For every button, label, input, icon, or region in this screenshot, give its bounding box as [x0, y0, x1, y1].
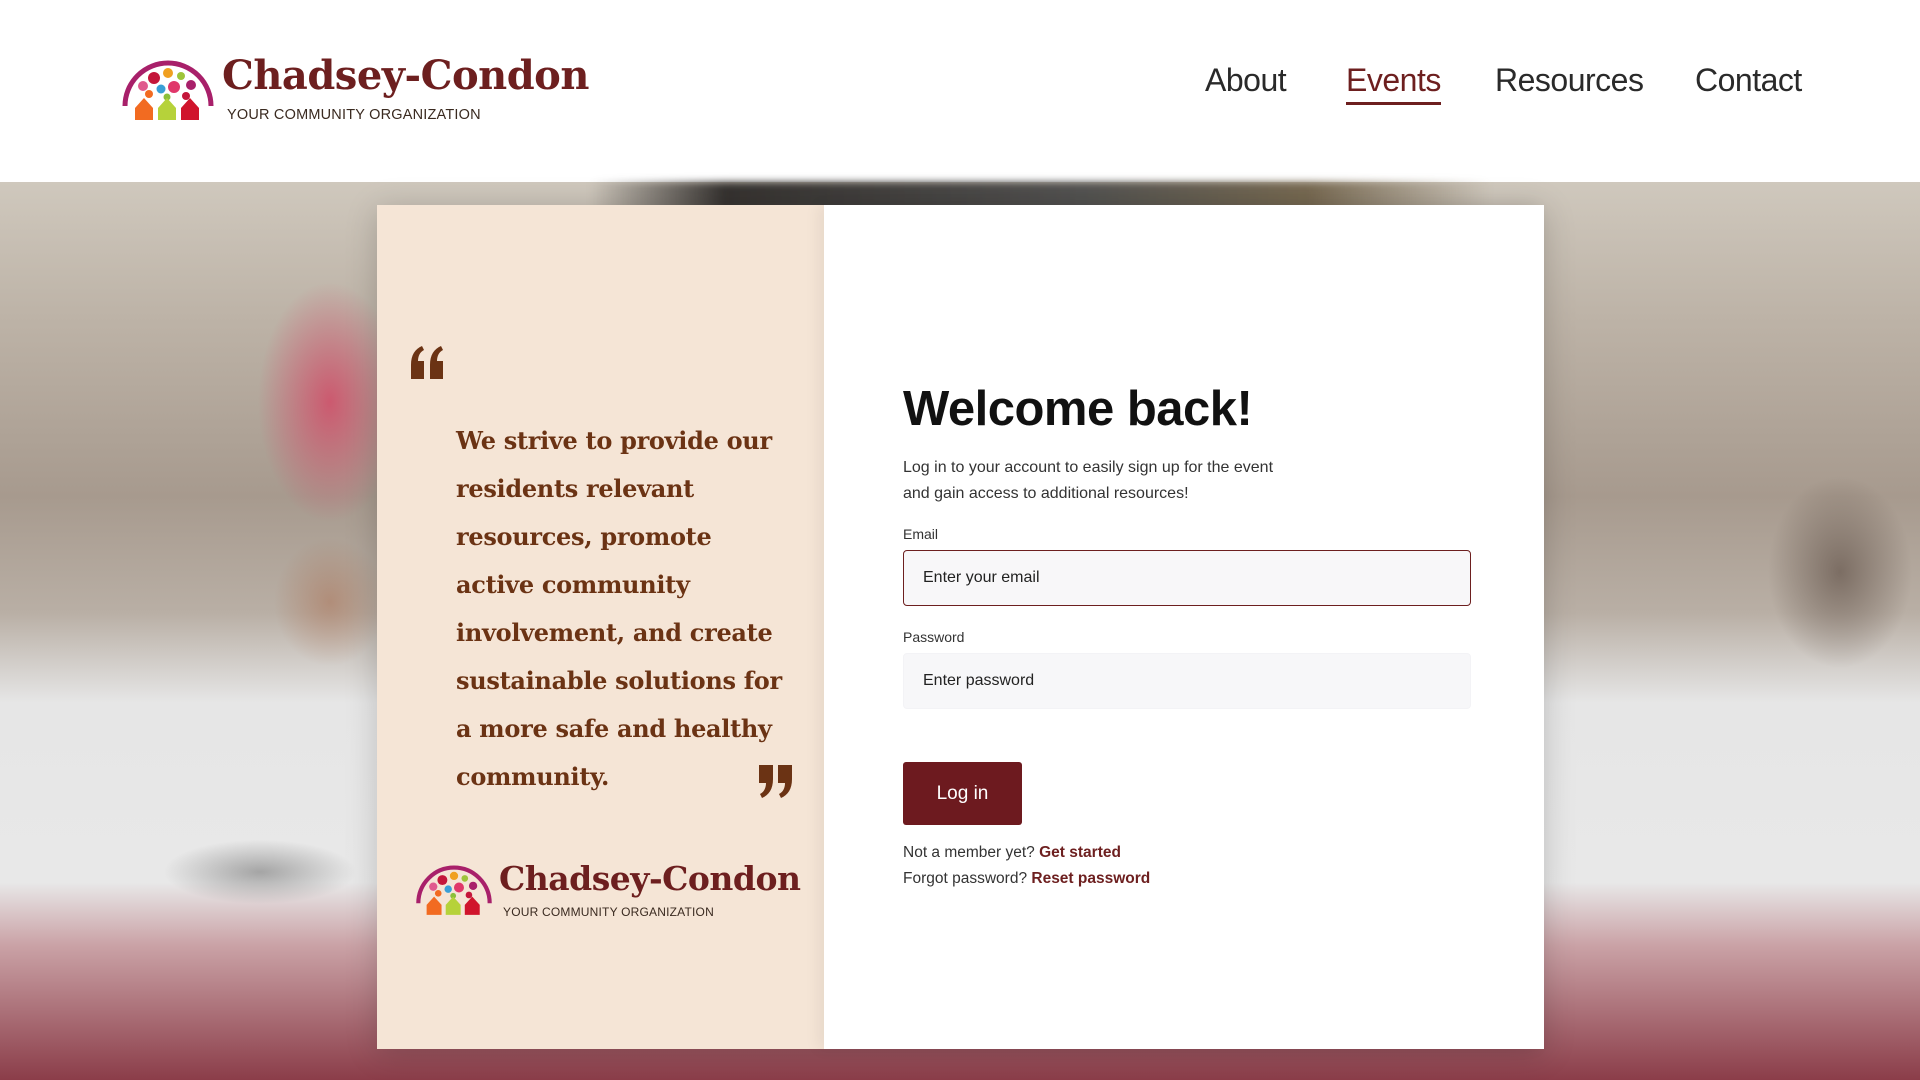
- forgot-prompt: Forgot password?: [903, 870, 1028, 887]
- site-header: Chadsey-Condon YOUR COMMUNITY ORGANIZATI…: [0, 0, 1920, 182]
- login-panel: Welcome back! Log in to your account to …: [824, 205, 1544, 1049]
- close-quote-icon: [759, 765, 792, 798]
- login-button[interactable]: Log in: [903, 762, 1022, 825]
- brand-logo[interactable]: Chadsey-Condon YOUR COMMUNITY ORGANIZATI…: [121, 54, 589, 126]
- signup-prompt: Not a member yet?: [903, 844, 1035, 861]
- nav-active-underline: [1346, 102, 1441, 105]
- mission-quote: We strive to provide our residents relev…: [456, 426, 782, 791]
- mission-panel: We strive to provide our residents relev…: [377, 205, 824, 1049]
- email-input[interactable]: [903, 550, 1471, 606]
- login-title: Welcome back!: [903, 382, 1253, 436]
- brand-name: Chadsey-Condon: [222, 52, 589, 99]
- nav-events-label: Events: [1346, 62, 1441, 98]
- reset-password-link[interactable]: Reset password: [1031, 870, 1150, 887]
- brand-tagline: YOUR COMMUNITY ORGANIZATION: [503, 905, 714, 919]
- login-subtitle: Log in to your account to easily sign up…: [903, 455, 1303, 507]
- email-label: Email: [903, 526, 939, 542]
- login-subtitle-line-1: Log in to your account to easily sign up…: [903, 459, 1274, 476]
- login-subtitle-line-2: and gain access to additional resources!: [903, 485, 1189, 502]
- community-logo-icon: [416, 865, 492, 915]
- signup-line: Not a member yet? Get started: [903, 844, 1121, 862]
- brand-tagline: YOUR COMMUNITY ORGANIZATION: [227, 107, 481, 123]
- password-input[interactable]: [903, 653, 1471, 709]
- nav-events[interactable]: Events: [1346, 62, 1441, 105]
- nav-about[interactable]: About: [1205, 62, 1287, 99]
- nav-resources[interactable]: Resources: [1495, 62, 1644, 99]
- get-started-link[interactable]: Get started: [1039, 844, 1121, 861]
- mission-panel-logo: Chadsey-Condon YOUR COMMUNITY ORGANIZATI…: [415, 860, 801, 920]
- community-logo-icon: [122, 60, 214, 120]
- password-label: Password: [903, 629, 965, 645]
- brand-name: Chadsey-Condon: [499, 859, 801, 898]
- login-modal: We strive to provide our residents relev…: [377, 205, 1544, 1049]
- reset-line: Forgot password? Reset password: [903, 870, 1150, 888]
- nav-contact[interactable]: Contact: [1695, 62, 1802, 99]
- open-quote-icon: [411, 346, 443, 379]
